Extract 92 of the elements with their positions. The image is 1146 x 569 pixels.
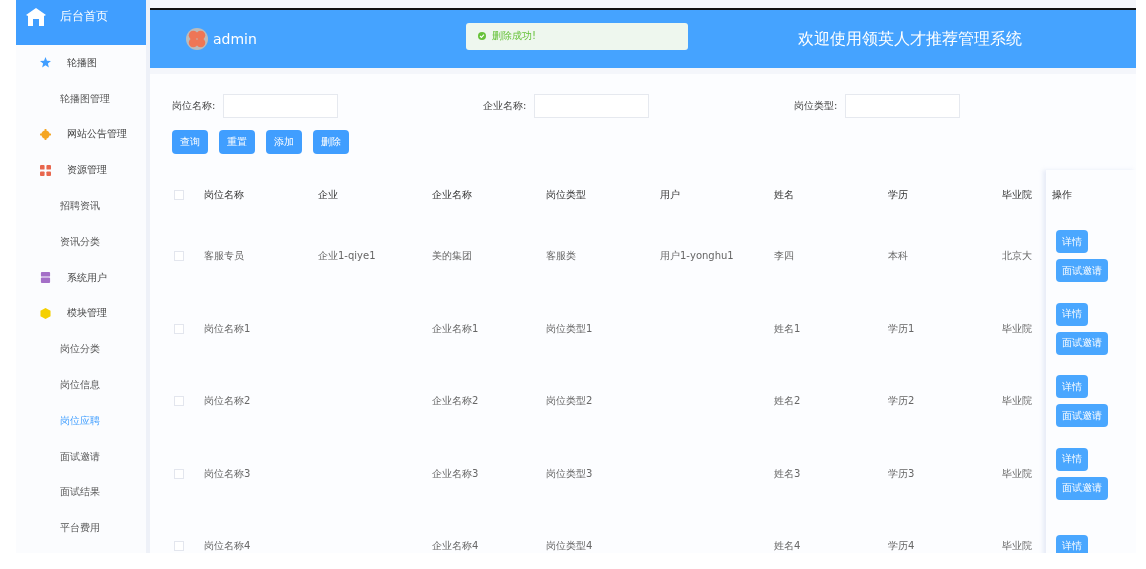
table-cell-text: 企业1-qiye1 [318,249,377,264]
box-icon [40,272,51,284]
table-cell-text: 用户1-yonghu1 [660,249,735,264]
checkbox[interactable] [174,468,184,479]
house-icon [26,8,46,26]
success-toast: 删除成功! [466,22,688,50]
sidebar-item[interactable]: 面试邀请 [16,438,146,475]
table-cell-text: 学历4 [888,539,916,553]
column-header: 岗位名称 [204,188,245,202]
action-button[interactable]: 添加 [266,130,302,154]
row-action-button[interactable]: 面试邀请 [1056,259,1108,283]
input-field[interactable] [534,94,650,118]
table-cell-text: 岗位类型1 [546,321,594,336]
sidebar-home-item[interactable]: 后台首页 [16,0,146,45]
sidebar-item[interactable]: 岗位信息 [16,367,146,403]
sidebar-item[interactable]: 模块管理 [16,295,146,332]
checkbox[interactable] [174,541,184,552]
row-action-button[interactable]: 面试邀请 [1056,404,1108,428]
sidebar-item[interactable]: 轮播图 [16,45,146,81]
table-cell-text: 岗位名称1 [204,321,252,336]
table-cell-text: 企业名称4 [432,539,480,553]
table-cell-text: 姓名3 [774,466,802,481]
table-cell-text: 企业名称3 [432,466,480,481]
table-cell-text: 李四 [774,249,795,264]
table-cell-text: 企业名称1 [432,321,480,336]
action-button[interactable]: 删除 [313,130,349,154]
table-cell-text: 毕业院 [1002,321,1033,336]
row-action-button[interactable]: 面试邀请 [1056,331,1108,355]
column-header: 企业名称 [432,188,473,202]
table-cell-text: 岗位名称2 [204,394,252,409]
table-cell-text: 毕业院 [1002,539,1033,553]
column-header: 学历 [888,188,909,202]
row-action-button[interactable]: 详情 [1056,534,1088,553]
checkbox[interactable] [174,251,184,262]
sidebar-item[interactable]: 岗位分类 [16,331,146,368]
hexagon-icon [40,307,51,319]
table-cell-text: 北京大 [1002,249,1033,264]
avatar-icon [186,28,208,50]
table-cell-text: 岗位类型3 [546,466,594,481]
table-cell-text: 岗位类型4 [546,539,594,553]
check-icon [478,32,486,40]
sidebar-item[interactable]: 资源管理 [16,152,146,189]
table-cell-text: 客服专员 [204,249,245,264]
sidebar-item[interactable]: 系统用户 [16,259,146,296]
column-header: 用户 [660,188,681,202]
gear-icon [40,129,51,140]
filter-label: 岗位类型: [794,99,838,113]
sidebar-item[interactable]: 岗位应聘 [16,402,146,439]
table-cell-text: 岗位类型2 [546,394,594,409]
column-header: 岗位类型 [546,188,587,202]
table-cell-text: 本科 [888,249,909,264]
user-name: admin [213,31,257,47]
row-action-button[interactable]: 详情 [1056,302,1088,326]
table-cell-text: 毕业院 [1002,466,1033,481]
table-cell-text: 姓名1 [774,321,802,336]
system-title: 欢迎使用领英人才推荐管理系统 [798,28,1022,50]
checkbox[interactable] [174,190,184,200]
sidebar-item[interactable]: 招聘资讯 [16,188,146,224]
checkbox[interactable] [174,396,184,407]
input-field[interactable] [845,94,961,118]
row-action-button[interactable]: 面试邀请 [1056,476,1108,500]
table-cell-text: 岗位名称4 [204,539,252,553]
table-cell-text: 姓名2 [774,394,802,409]
action-button[interactable]: 重置 [219,130,255,154]
sidebar-item[interactable]: 资讯分类 [16,224,146,260]
table-cell-text: 毕业院 [1002,394,1033,409]
filter-label: 岗位名称: [172,99,216,113]
sidebar-item[interactable]: 网站公告管理 [16,116,146,153]
input-field[interactable] [223,94,339,118]
action-button[interactable]: 查询 [172,130,208,154]
table-cell-text: 企业名称2 [432,394,480,409]
sidebar-item[interactable]: 轮播图管理 [16,80,146,117]
table-cell-text: 学历2 [888,394,916,409]
column-header: 毕业院 [1002,188,1033,202]
star-icon [40,57,51,69]
column-header: 姓名 [774,188,795,202]
row-action-button[interactable]: 详情 [1056,375,1088,399]
filter-label: 企业名称: [483,99,527,113]
checkbox[interactable] [174,323,184,334]
column-header: 操作 [1052,188,1072,202]
sidebar-item[interactable]: 面试结果 [16,474,146,511]
table-cell-text: 学历1 [888,321,916,336]
table-cell-text: 姓名4 [774,539,802,553]
table-cell-text: 学历3 [888,466,916,481]
column-header: 企业 [318,188,339,202]
grid-icon [40,164,51,176]
sidebar-item[interactable]: 平台费用 [16,510,146,547]
table-cell-text: 美的集团 [432,249,473,264]
row-action-button[interactable]: 详情 [1056,447,1088,471]
row-action-button[interactable]: 详情 [1056,230,1088,254]
table-cell-text: 客服类 [546,249,577,264]
table-cell-text: 岗位名称3 [204,466,252,481]
